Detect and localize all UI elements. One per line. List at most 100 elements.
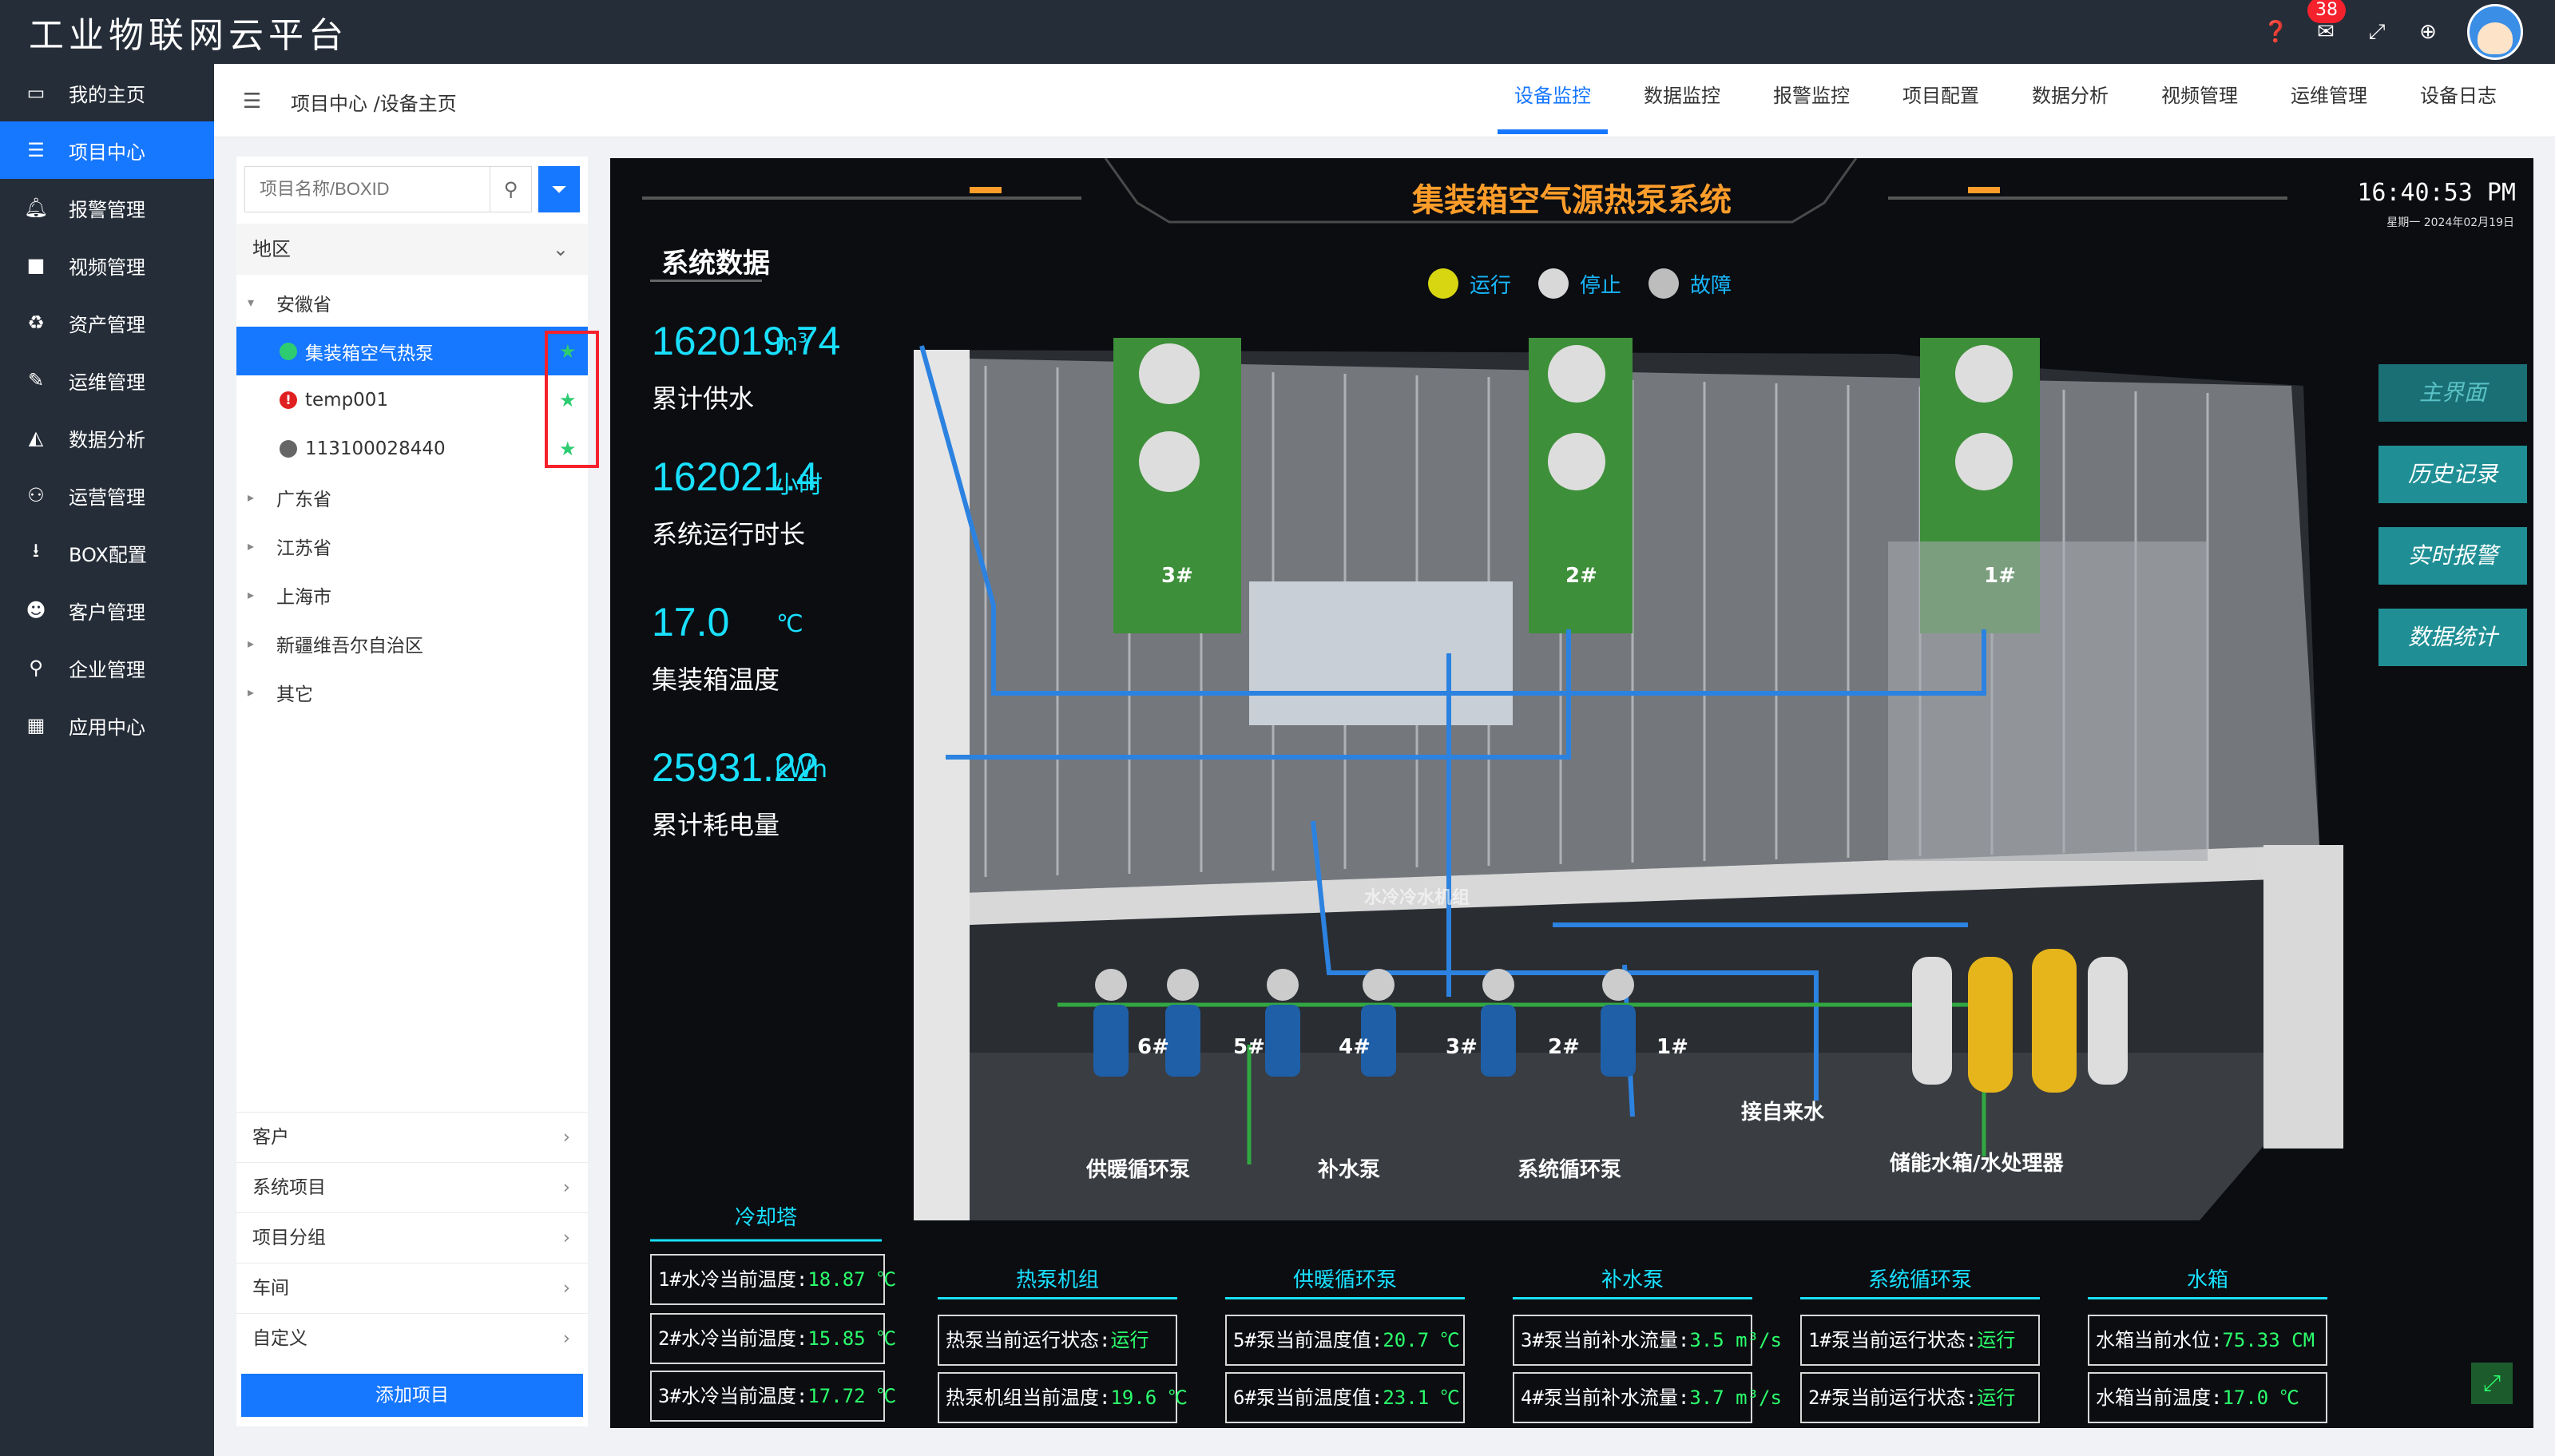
data-value: 18.87 ℃	[807, 1268, 897, 1291]
download-icon: ⭳	[32, 538, 40, 561]
tree-node-region[interactable]: ▸ 其它	[236, 668, 588, 716]
mail-icon[interactable]: ✉ 38	[2307, 0, 2346, 44]
panel-underline	[1225, 1297, 1465, 1299]
add-project-button[interactable]: 添加项目	[241, 1374, 583, 1417]
language-icon[interactable]: ⊕	[2416, 20, 2440, 44]
chevron-down-icon: ⌄	[552, 238, 569, 260]
data-label: 热泵机组当前温度:	[946, 1387, 1111, 1409]
sidebar-item-operations[interactable]: ⚇ 运营管理	[0, 466, 214, 524]
tab-data-monitor[interactable]: 数据监控	[1617, 64, 1747, 137]
menu-workshop[interactable]: 车间 ›	[236, 1263, 588, 1313]
sidebar-item-project-center[interactable]: ☰ 项目中心	[0, 121, 214, 179]
menu-customer[interactable]: 客户 ›	[236, 1112, 588, 1162]
chiller-label: 水冷冷水机组	[1364, 888, 1470, 908]
system-data-title: 系统数据	[661, 248, 770, 280]
sidebar-item-home[interactable]: ▭ 我的主页	[0, 64, 214, 121]
menu-label: 客户	[252, 1127, 289, 1148]
menu-label: 系统项目	[252, 1177, 326, 1198]
search-icon[interactable]: ⚲	[490, 167, 531, 212]
data-label: 4#泵当前补水流量:	[1521, 1387, 1690, 1409]
sidebar-item-box-config[interactable]: ⭳ BOX配置	[0, 524, 214, 581]
fullscreen-icon[interactable]: ⤢	[2365, 20, 2389, 44]
tree-node-region[interactable]: ▸ 江苏省	[236, 522, 588, 570]
expand-icon[interactable]: ⤢	[2471, 1363, 2513, 1404]
stat-value: 162019.74	[652, 319, 841, 363]
tab-device-monitor[interactable]: 设备监控	[1488, 64, 1617, 137]
data-box: 水箱当前水位:75.33 CM	[2088, 1315, 2327, 1366]
stat-unit: kWh	[775, 756, 828, 784]
tab-device-log[interactable]: 设备日志	[2394, 64, 2523, 137]
search-input[interactable]	[245, 167, 490, 212]
stat-label: 累计耗电量	[652, 810, 780, 840]
sub-header: ☰ 项目中心 /设备主页 设备监控 数据监控 报警监控 项目配置 数据分析 视频…	[214, 64, 2555, 137]
realtime-alarm-button[interactable]: 实时报警	[2378, 527, 2527, 585]
data-label: 1#泵当前运行状态:	[1808, 1329, 1978, 1351]
sidebar-item-video[interactable]: ■ 视频管理	[0, 236, 214, 294]
data-value: 75.33 CM	[2222, 1329, 2315, 1351]
menu-system-project[interactable]: 系统项目 ›	[236, 1162, 588, 1212]
region-label: 地区	[252, 238, 291, 260]
data-value: 3.7 m³/s	[1689, 1387, 1782, 1409]
sidebar-item-customers[interactable]: ☻ 客户管理	[0, 581, 214, 639]
data-value: 17.72 ℃	[807, 1385, 897, 1407]
tree-node-anhui[interactable]: ▾ 安徽省	[236, 278, 588, 327]
bottom-menu: 客户 › 系统项目 › 项目分组 › 车间 › 自定义 ›	[236, 1112, 588, 1363]
caret-right-icon: ▸	[248, 636, 255, 651]
sidebar-item-assets[interactable]: ♻ 资产管理	[0, 294, 214, 351]
tree-node-region[interactable]: ▸ 新疆维吾尔自治区	[236, 619, 588, 668]
legend-label: 故障	[1690, 273, 1732, 298]
tank-label: 储能水箱/水处理器	[1890, 1152, 2064, 1176]
filter-button[interactable]: ⏷	[538, 166, 580, 212]
tree-node-region[interactable]: ▸ 上海市	[236, 570, 588, 619]
tab-video[interactable]: 视频管理	[2135, 64, 2264, 137]
panel-title: 热泵机组	[1015, 1268, 1099, 1292]
tree-device-1[interactable]: 集装箱空气热泵 ★	[236, 327, 588, 375]
data-box: 3#泵当前补水流量:3.5 m³/s	[1513, 1315, 1782, 1366]
avatar[interactable]	[2467, 4, 2523, 60]
device-name: 113100028440	[305, 438, 446, 459]
sidebar-item-label: 运维管理	[69, 371, 145, 394]
menu-custom[interactable]: 自定义 ›	[236, 1313, 588, 1363]
data-box: 5#泵当前温度值:20.7 ℃	[1225, 1315, 1465, 1366]
chevron-right-icon: ›	[562, 1177, 570, 1198]
help-icon[interactable]: ❓	[2263, 20, 2288, 44]
stat-label: 集装箱温度	[652, 665, 780, 695]
statistics-button[interactable]: 数据统计	[2378, 609, 2527, 666]
tab-maintenance[interactable]: 运维管理	[2264, 64, 2394, 137]
recycle-icon: ♻	[27, 311, 45, 334]
group-icon: ☻	[26, 599, 46, 621]
data-value: 运行	[1977, 1329, 2016, 1351]
caret-down-icon: ▾	[248, 295, 255, 310]
tree-device-2[interactable]: ! temp001 ★	[236, 375, 588, 424]
sidebar-item-apps[interactable]: ▦ 应用中心	[0, 696, 214, 754]
tree-device-3[interactable]: 113100028440 ★	[236, 424, 588, 473]
tab-alarm-monitor[interactable]: 报警监控	[1747, 64, 1876, 137]
tab-project-config[interactable]: 项目配置	[1876, 64, 2006, 137]
sidebar-item-label: 报警管理	[69, 198, 145, 221]
legend-dot-stopped	[1538, 268, 1569, 299]
data-value: 23.1 ℃	[1383, 1387, 1460, 1409]
tab-data-analysis[interactable]: 数据分析	[2006, 64, 2135, 137]
device-name: temp001	[305, 389, 389, 411]
sidebar-item-enterprise[interactable]: ⚲ 企业管理	[0, 639, 214, 696]
sidebar-item-maintenance[interactable]: ✎ 运维管理	[0, 351, 214, 409]
main-view-button[interactable]: 主界面	[2378, 364, 2527, 422]
region-dropdown[interactable]: 地区 ⌄	[236, 224, 588, 275]
sidebar-item-analysis[interactable]: ◭ 数据分析	[0, 409, 214, 466]
menu-toggle-icon[interactable]: ☰	[243, 89, 261, 113]
divider	[650, 280, 762, 282]
system-title: 集装箱空气源热泵系统	[1412, 182, 1732, 219]
stat-label: 累计供水	[652, 383, 755, 414]
tree-node-region[interactable]: ▸ 广东省	[236, 473, 588, 522]
monitor-icon: ▭	[26, 81, 46, 104]
heating-pump-label: 供暖循环泵	[1086, 1158, 1191, 1182]
data-box: 水箱当前温度:17.0 ℃	[2088, 1372, 2327, 1423]
sidebar-item-label: 客户管理	[69, 601, 145, 624]
panel-title: 供暖循环泵	[1292, 1268, 1397, 1292]
makeup-pump-label: 补水泵	[1318, 1158, 1381, 1182]
menu-project-group[interactable]: 项目分组 ›	[236, 1212, 588, 1263]
history-button[interactable]: 历史记录	[2378, 446, 2527, 503]
sidebar-item-alarm[interactable]: 🔔︎ 报警管理	[0, 179, 214, 236]
legend-label: 停止	[1580, 273, 1622, 298]
unit-label: 1#	[1984, 564, 2016, 588]
